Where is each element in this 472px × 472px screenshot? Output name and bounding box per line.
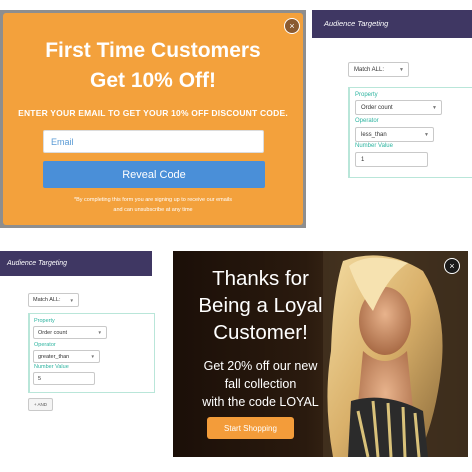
operator-select-value: less_than — [361, 131, 387, 138]
close-icon[interactable]: × — [284, 18, 300, 34]
match-select-bottom[interactable]: Match ALL: ▼ — [28, 293, 79, 307]
heading-line: Thanks for — [212, 267, 309, 290]
heading-line: Customer! — [213, 321, 308, 344]
loyal-offer: Get 20% off our new fall collection with… — [173, 357, 348, 411]
offer-line: Get 20% off our new — [203, 359, 318, 373]
add-and-button[interactable]: + AND — [28, 398, 53, 411]
chevron-down-icon: ▼ — [432, 104, 437, 111]
number-value-input[interactable]: 1 — [355, 152, 428, 167]
loyal-customer-popup: Thanks for Being a Loyal Customer! Get 2… — [173, 251, 468, 457]
start-shopping-button[interactable]: Start Shopping — [207, 417, 294, 439]
operator-select[interactable]: less_than ▼ — [355, 127, 434, 142]
close-icon[interactable]: × — [444, 258, 460, 274]
offer-line: with the code LOYAL — [202, 395, 319, 409]
match-select-top[interactable]: Match ALL: ▼ — [348, 62, 409, 77]
match-select-value: Match ALL: — [33, 297, 61, 303]
property-select[interactable]: Order count ▼ — [33, 326, 107, 339]
property-select[interactable]: Order count ▼ — [355, 100, 442, 115]
panel-header: Audience Targeting — [0, 251, 152, 276]
property-select-value: Order count — [38, 329, 68, 336]
loyal-heading: Thanks for Being a Loyal Customer! — [173, 265, 348, 346]
chevron-down-icon: ▼ — [399, 66, 404, 73]
popup-body: First Time Customers Get 10% Off! ENTER … — [3, 13, 303, 225]
email-input[interactable] — [43, 130, 264, 153]
popup-subtitle: Get 10% Off! — [89, 69, 217, 92]
popup-instruction: ENTER YOUR EMAIL TO GET YOUR 10% OFF DIS… — [18, 108, 288, 118]
panel-header: Audience Targeting — [312, 10, 472, 38]
property-select-value: Order count — [361, 104, 393, 111]
disclaimer-text-2: and can unsubscribe at any time — [113, 207, 193, 213]
number-value-input[interactable]: 5 — [33, 372, 95, 385]
chevron-down-icon: ▼ — [90, 354, 95, 359]
first-time-customer-popup: First Time Customers Get 10% Off! ENTER … — [0, 10, 306, 228]
offer-line: fall collection — [224, 377, 297, 391]
heading-line: Being a Loyal — [198, 294, 323, 317]
disclaimer-text: *By completing this form you are signing… — [73, 197, 233, 203]
operator-select[interactable]: greater_than ▼ — [33, 350, 100, 363]
chevron-down-icon: ▼ — [69, 297, 74, 303]
reveal-code-button[interactable]: Reveal Code — [43, 161, 265, 188]
match-select-value: Match ALL: — [354, 66, 385, 73]
chevron-down-icon: ▼ — [424, 131, 429, 138]
operator-select-value: greater_than — [38, 353, 70, 360]
popup-title: First Time Customers — [45, 39, 261, 62]
chevron-down-icon: ▼ — [97, 330, 102, 335]
